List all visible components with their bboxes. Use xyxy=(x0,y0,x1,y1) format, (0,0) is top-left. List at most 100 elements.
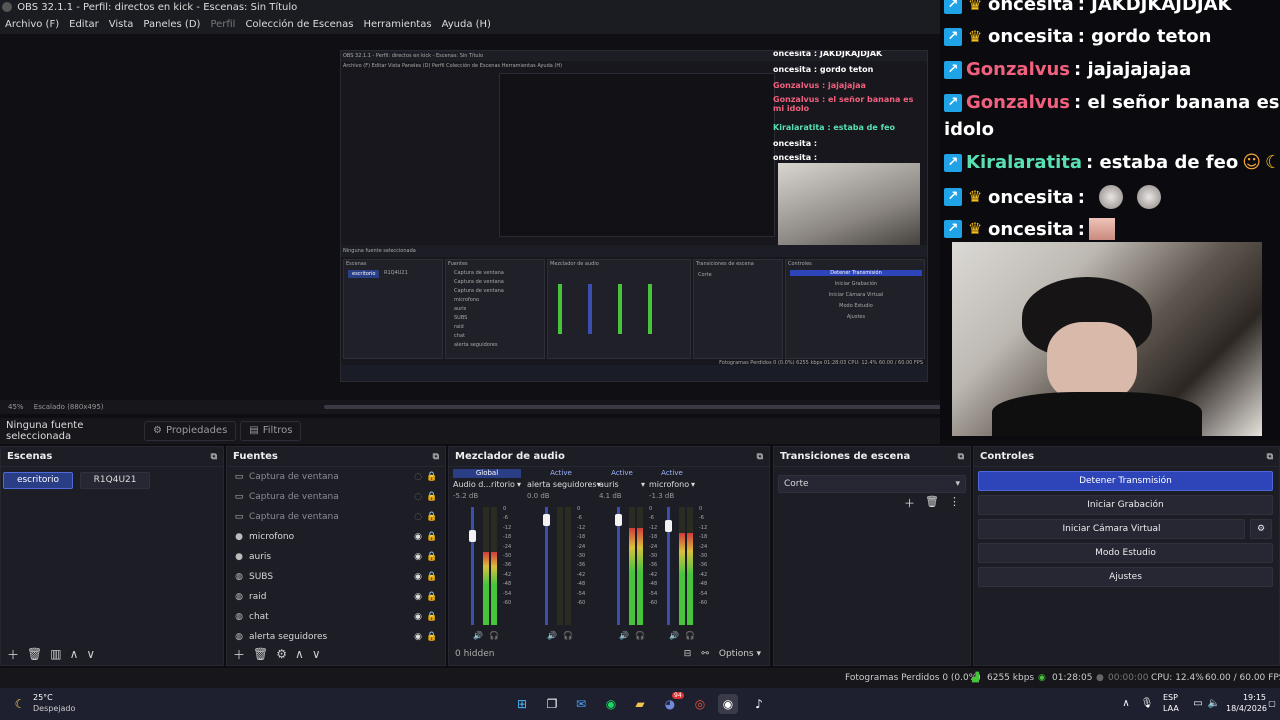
chevron-down-icon[interactable]: ∨ xyxy=(86,647,95,661)
eye-icon[interactable]: ◉ xyxy=(411,612,425,622)
fader-knob[interactable] xyxy=(469,530,476,542)
source-item[interactable]: ◍ chat ◉ 🔒 xyxy=(227,607,445,627)
source-item[interactable]: ◍ raid ◉ 🔒 xyxy=(227,587,445,607)
gear-icon[interactable]: ⚙ xyxy=(1250,519,1272,539)
mixer-channel-name[interactable]: auris ▾ xyxy=(599,480,645,489)
spotify-icon[interactable]: ◉ xyxy=(601,694,621,714)
eye-hidden-icon[interactable]: ◌ xyxy=(411,492,425,502)
eye-icon[interactable]: ◉ xyxy=(411,592,425,602)
add-icon[interactable]: ＋ xyxy=(233,646,245,663)
popout-icon[interactable]: ⧉ xyxy=(1267,447,1273,467)
trash-icon[interactable]: 🗑 xyxy=(27,647,42,661)
chrome-icon[interactable]: ◎ xyxy=(690,694,710,714)
lock-icon[interactable]: 🔒 xyxy=(425,472,439,482)
mixer-tab[interactable]: Active xyxy=(527,469,595,478)
gear-icon[interactable]: ⚙ xyxy=(276,647,287,661)
fader-knob[interactable] xyxy=(615,514,622,526)
obs-icon[interactable]: ◉ xyxy=(718,694,738,714)
menu-ayuda[interactable]: Ayuda (H) xyxy=(437,16,496,34)
popout-icon[interactable]: ⧉ xyxy=(757,447,763,467)
menu-editar[interactable]: Editar xyxy=(64,16,104,34)
mixer-tab[interactable]: Active xyxy=(599,469,645,478)
chevron-down-icon[interactable]: ∨ xyxy=(312,647,321,661)
windows-start-icon[interactable]: ⊞ xyxy=(512,694,532,714)
scene-item-r1q4u21[interactable]: R1Q4U21 xyxy=(80,472,151,489)
menu-vista[interactable]: Vista xyxy=(104,16,139,34)
properties-button[interactable]: ⚙ Propiedades xyxy=(144,421,237,441)
filters-button[interactable]: ▤ Filtros xyxy=(240,421,302,441)
source-item[interactable]: ● microfono ◉ 🔒 xyxy=(227,527,445,547)
lang-secondary[interactable]: LAA xyxy=(1163,704,1179,713)
lock-icon[interactable]: 🔒 xyxy=(425,552,439,562)
source-item[interactable]: ▭ Captura de ventana ◌ 🔒 xyxy=(227,467,445,487)
trash-icon[interactable]: 🗑 xyxy=(253,647,268,661)
more-icon[interactable]: ⋮ xyxy=(949,495,960,511)
notifications-icon[interactable]: ▢ xyxy=(1266,694,1278,714)
start-recording-button[interactable]: Iniciar Grabación xyxy=(978,495,1273,515)
tiktok-icon[interactable]: ♪ xyxy=(749,694,769,714)
eye-icon[interactable]: ◉ xyxy=(411,532,425,542)
chevron-up-icon[interactable]: ∧ xyxy=(70,647,79,661)
mixer-channel-name[interactable]: alerta seguidores ▾ xyxy=(527,480,601,489)
headphones-icon[interactable]: 🎧 xyxy=(685,631,695,640)
speaker-icon[interactable]: 🔊 xyxy=(547,631,557,640)
lock-icon[interactable]: 🔒 xyxy=(425,512,439,522)
menu-paneles[interactable]: Paneles (D) xyxy=(138,16,205,34)
volume-fader[interactable] xyxy=(469,507,476,625)
trash-icon[interactable]: 🗑 xyxy=(925,495,939,511)
lock-icon[interactable]: 🔒 xyxy=(425,632,439,642)
link-icon[interactable]: ⚯ xyxy=(701,649,709,659)
headphones-icon[interactable]: 🎧 xyxy=(563,631,573,640)
lock-icon[interactable]: 🔒 xyxy=(425,592,439,602)
volume-icon[interactable]: 🔈 xyxy=(1204,694,1224,714)
transition-select[interactable]: Corte ▾ xyxy=(778,475,966,493)
add-icon[interactable]: ＋ xyxy=(7,646,19,663)
task-view-icon[interactable]: ❐ xyxy=(542,694,562,714)
lock-icon[interactable]: 🔒 xyxy=(425,492,439,502)
scale-label[interactable]: Escalado (880x495) xyxy=(34,403,104,411)
mixer-channel-name[interactable]: microfono ▾ xyxy=(649,480,695,489)
layout-icon[interactable]: ⊟ xyxy=(684,649,692,659)
popout-icon[interactable]: ⧉ xyxy=(958,447,964,467)
volume-fader[interactable] xyxy=(615,507,622,625)
add-icon[interactable]: ＋ xyxy=(904,495,915,511)
popout-icon[interactable]: ⧉ xyxy=(211,447,217,467)
fader-knob[interactable] xyxy=(543,514,550,526)
menu-archivo[interactable]: Archivo (F) xyxy=(0,16,64,34)
zoom-level[interactable]: 45% xyxy=(8,403,24,411)
mixer-tab[interactable]: Global xyxy=(453,469,521,478)
volume-fader[interactable] xyxy=(665,507,672,625)
eye-icon[interactable]: ◉ xyxy=(411,632,425,642)
source-item[interactable]: ◍ SUBS ◉ 🔒 xyxy=(227,567,445,587)
preview-scrollbar[interactable] xyxy=(324,405,944,409)
headphones-icon[interactable]: 🎧 xyxy=(489,631,499,640)
mic-icon[interactable]: 🎙 xyxy=(1137,694,1157,714)
popout-icon[interactable]: ⧉ xyxy=(433,447,439,467)
speaker-icon[interactable]: 🔊 xyxy=(669,631,679,640)
outlook-icon[interactable]: ✉ xyxy=(571,694,591,714)
eye-icon[interactable]: ◉ xyxy=(411,552,425,562)
options-button[interactable]: Options ▾ xyxy=(719,649,761,659)
fader-knob[interactable] xyxy=(665,520,672,532)
chevron-up-icon[interactable]: ∧ xyxy=(1116,694,1136,714)
speaker-icon[interactable]: 🔊 xyxy=(619,631,629,640)
speaker-icon[interactable]: 🔊 xyxy=(473,631,483,640)
menu-perfil[interactable]: Perfil xyxy=(205,16,240,34)
studio-mode-button[interactable]: Modo Estudio xyxy=(978,543,1273,563)
chevron-up-icon[interactable]: ∧ xyxy=(295,647,304,661)
lock-icon[interactable]: 🔒 xyxy=(425,572,439,582)
stop-stream-button[interactable]: Detener Transmisión xyxy=(978,471,1273,491)
virtual-camera-button[interactable]: Iniciar Cámara Virtual ⚙ xyxy=(978,519,1272,539)
mixer-tab[interactable]: Active xyxy=(649,469,695,478)
headphones-icon[interactable]: 🎧 xyxy=(635,631,645,640)
eye-hidden-icon[interactable]: ◌ xyxy=(411,512,425,522)
scene-item-escritorio[interactable]: escritorio xyxy=(3,472,73,489)
file-explorer-icon[interactable]: ▰ xyxy=(630,694,650,714)
volume-fader[interactable] xyxy=(543,507,550,625)
eye-hidden-icon[interactable]: ◌ xyxy=(411,472,425,482)
eye-icon[interactable]: ◉ xyxy=(411,572,425,582)
source-item[interactable]: ● auris ◉ 🔒 xyxy=(227,547,445,567)
settings-button[interactable]: Ajustes xyxy=(978,567,1273,587)
menu-herramientas[interactable]: Herramientas xyxy=(358,16,436,34)
lock-icon[interactable]: 🔒 xyxy=(425,612,439,622)
